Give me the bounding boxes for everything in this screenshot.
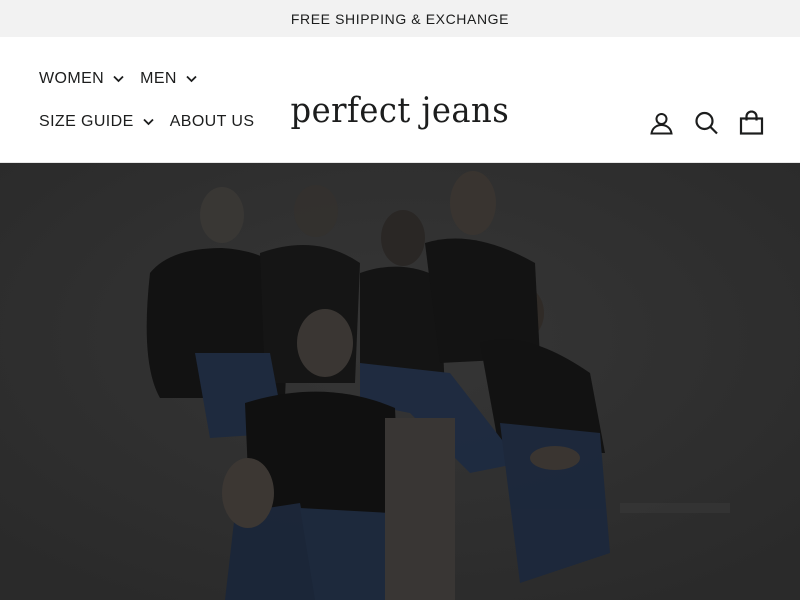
nav-item-men[interactable]: MEN <box>140 68 197 90</box>
search-icon[interactable] <box>694 111 719 136</box>
cart-icon[interactable] <box>739 110 764 136</box>
hero-banner[interactable] <box>0 163 800 600</box>
site-header: WOMEN MEN SIZE GUIDE ABOUT US perfect je… <box>0 37 800 163</box>
hero-image <box>0 163 800 600</box>
header-icons <box>649 110 764 136</box>
account-icon[interactable] <box>649 111 674 136</box>
logo-text: perfect jeans <box>290 91 510 131</box>
nav-item-women[interactable]: WOMEN <box>39 68 124 90</box>
nav-item-label: WOMEN <box>39 70 105 87</box>
announcement-text: FREE SHIPPING & EXCHANGE <box>290 10 510 27</box>
chevron-down-icon <box>113 75 124 83</box>
nav-item-label: MEN <box>140 70 177 87</box>
chevron-down-icon <box>186 75 197 83</box>
announcement-bar: FREE SHIPPING & EXCHANGE <box>0 0 800 37</box>
